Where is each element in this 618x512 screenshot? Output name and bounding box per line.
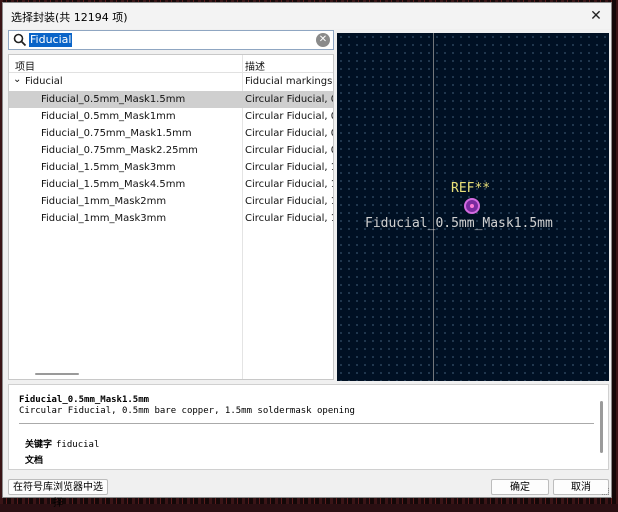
details-footprint-name: Fiducial_0.5mm_Mask1.5mm (19, 395, 150, 405)
footprint-name: Fiducial_0.5mm_Mask1mm (41, 111, 176, 122)
keywords-label: 关键字 (25, 440, 53, 450)
tree-row[interactable]: Fiducial_1.5mm_Mask4.5mm Circular Fiduci… (9, 176, 333, 193)
title-bar: 选择封装(共 12194 项) ✕ (3, 3, 611, 29)
tree-row[interactable]: Fiducial_0.5mm_Mask1mm Circular Fiducial… (9, 108, 333, 125)
footprint-description: Circular Fiducial, 1m (245, 213, 333, 224)
search-box[interactable]: Fiducial ✕ (8, 30, 334, 50)
close-icon[interactable]: ✕ (587, 7, 605, 25)
clear-search-icon[interactable]: ✕ (316, 33, 330, 47)
preview-reference-label: REF** (451, 181, 491, 196)
fiducial-pad (464, 198, 480, 214)
tree-row[interactable]: Fiducial_1mm_Mask3mm Circular Fiducial, … (9, 210, 333, 227)
footprint-description: Circular Fiducial, 0.75 (245, 145, 333, 156)
preview-footprint-name: Fiducial_0.5mm_Mask1.5mm (365, 216, 553, 231)
footprint-description: Circular Fiducial, 0.5m (245, 111, 333, 122)
footprint-name: Fiducial_0.75mm_Mask1.5mm (41, 128, 192, 139)
footprint-description: Circular Fiducial, 0.5m (245, 94, 333, 105)
column-header-item[interactable]: 项目 (15, 58, 35, 73)
footprint-description: Circular Fiducial, 0.75 (245, 128, 333, 139)
column-header-description[interactable]: 描述 (245, 58, 265, 73)
details-divider (19, 423, 594, 424)
footprint-description: Circular Fiducial, 1.5n (245, 162, 333, 173)
dialog-title: 选择封装(共 12194 项) (11, 11, 128, 24)
footprint-preview-canvas[interactable]: REF** Fiducial_0.5mm_Mask1.5mm (337, 33, 609, 381)
tree-row[interactable]: Fiducial_0.5mm_Mask1.5mm Circular Fiduci… (9, 91, 333, 108)
cancel-button[interactable]: 取消 (553, 479, 609, 495)
search-input[interactable]: Fiducial (29, 33, 73, 47)
horizontal-scrollbar[interactable] (35, 373, 79, 375)
footprint-name: Fiducial_1.5mm_Mask4.5mm (41, 179, 186, 190)
details-panel: Fiducial_0.5mm_Mask1.5mm Circular Fiduci… (8, 384, 609, 470)
group-description: Fiducial markings (245, 76, 333, 87)
footprint-chooser-dialog: 选择封装(共 12194 项) ✕ Fiducial ✕ 项目 描述 ⌄ Fid… (2, 2, 612, 509)
chevron-down-icon[interactable]: ⌄ (13, 74, 21, 85)
footprint-name: Fiducial_1.5mm_Mask3mm (41, 162, 176, 173)
group-label: Fiducial (25, 76, 63, 87)
footprint-name: Fiducial_0.75mm_Mask2.25mm (41, 145, 198, 156)
footprint-tree: 项目 描述 ⌄ Fiducial Fiducial markings Fiduc… (8, 54, 334, 380)
ok-button[interactable]: 确定 (491, 479, 549, 495)
tree-row[interactable]: Fiducial_1.5mm_Mask3mm Circular Fiducial… (9, 159, 333, 176)
fiducial-copper (470, 204, 474, 208)
resize-grip[interactable] (602, 488, 609, 495)
docs-label: 文档 (25, 456, 44, 466)
search-icon (13, 33, 27, 47)
footprint-name: Fiducial_1mm_Mask3mm (41, 213, 167, 224)
library-browser-button[interactable]: 在符号库浏览器中选择 (8, 479, 108, 509)
details-scrollbar[interactable] (600, 401, 603, 453)
tree-row[interactable]: Fiducial_0.75mm_Mask1.5mm Circular Fiduc… (9, 125, 333, 142)
footprint-name: Fiducial_0.5mm_Mask1.5mm (41, 94, 186, 105)
tree-group-row[interactable]: ⌄ Fiducial Fiducial markings (9, 73, 333, 90)
preview-axis-line (433, 33, 434, 381)
tree-header: 项目 描述 (9, 55, 333, 73)
keywords-value: fiducial (56, 440, 100, 450)
footprint-name: Fiducial_1mm_Mask2mm (41, 196, 167, 207)
footprint-description: Circular Fiducial, 1.5n (245, 179, 333, 190)
details-keywords: 关键字 fiducial (25, 437, 99, 450)
tree-row[interactable]: Fiducial_1mm_Mask2mm Circular Fiducial, … (9, 193, 333, 210)
tree-row[interactable]: Fiducial_0.75mm_Mask2.25mm Circular Fidu… (9, 142, 333, 159)
footprint-description: Circular Fiducial, 1m (245, 196, 333, 207)
details-description: Circular Fiducial, 0.5mm bare copper, 1.… (19, 406, 355, 416)
